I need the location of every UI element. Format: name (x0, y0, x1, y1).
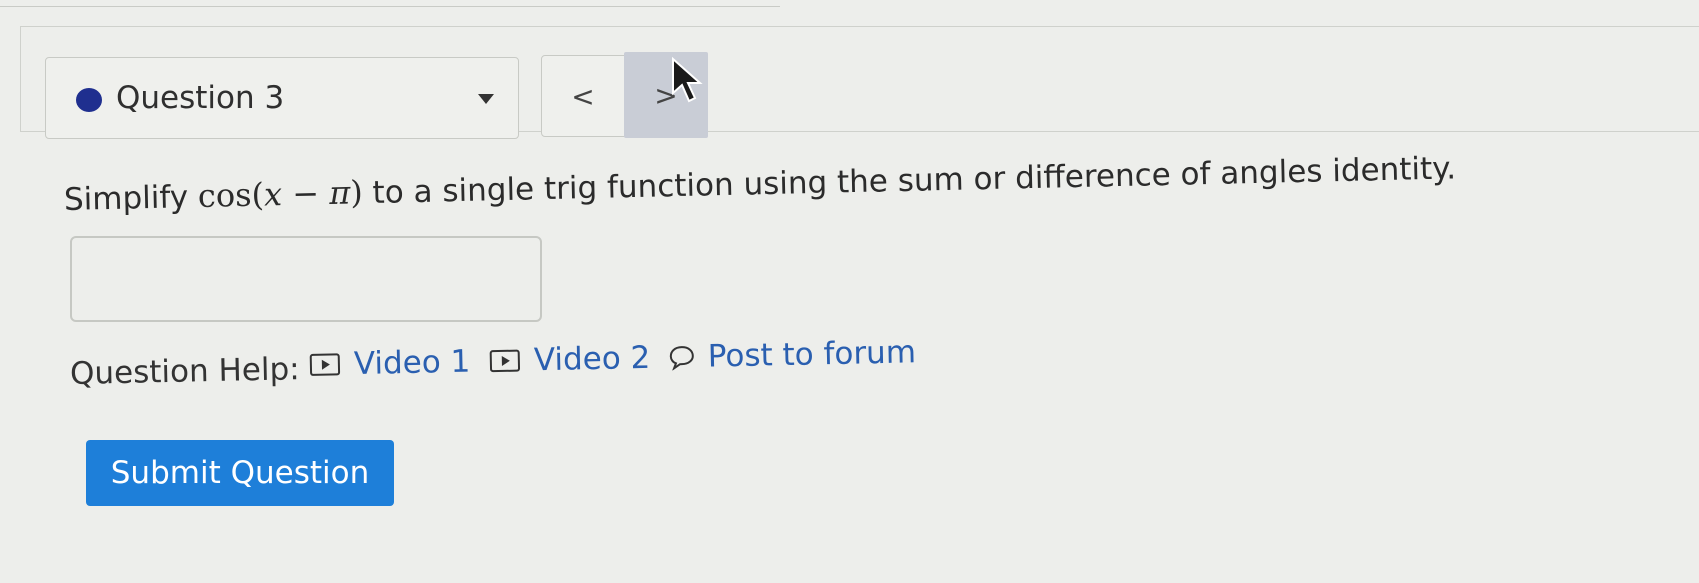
post-to-forum-link[interactable]: Post to forum (667, 334, 916, 375)
math-function: cos( (197, 175, 265, 215)
question-status-dot (76, 88, 102, 112)
math-variable: x (263, 175, 283, 214)
question-help: Question Help: Video 1 Video 2 Post to f… (69, 334, 917, 396)
prompt-tail: to a single trig function using the sum … (372, 150, 1457, 211)
video-1-label: Video 1 (353, 343, 471, 383)
mouse-cursor-icon (672, 57, 703, 103)
video-icon (489, 349, 521, 373)
math-constant: π (328, 173, 351, 212)
video-2-link[interactable]: Video 2 (489, 339, 651, 379)
math-expression: cos(x − π) (198, 173, 364, 215)
video-2-label: Video 2 (533, 339, 651, 379)
video-icon (309, 353, 341, 376)
post-to-forum-label: Post to forum (707, 334, 917, 375)
speech-bubble-icon (669, 346, 694, 371)
question-header: Question 3 < > (20, 26, 1699, 139)
question-selector[interactable]: Question 3 (45, 57, 519, 139)
question-help-label: Question Help: (69, 351, 300, 392)
question-label: Question 3 (116, 80, 285, 116)
previous-question-button[interactable]: < (542, 56, 624, 136)
prompt-lead: Simplify (63, 179, 189, 218)
video-1-link[interactable]: Video 1 (309, 343, 471, 383)
math-operator: − (281, 173, 330, 214)
page: Question 3 < > Simplify cos(x − π) to a … (0, 0, 1699, 583)
caret-down-icon[interactable] (478, 94, 494, 104)
top-divider (0, 6, 780, 7)
question-prompt: Simplify cos(x − π) to a single trig fun… (64, 148, 1457, 218)
math-close-paren: ) (349, 173, 364, 212)
submit-question-button[interactable]: Submit Question (86, 440, 394, 506)
answer-input[interactable] (70, 236, 542, 322)
